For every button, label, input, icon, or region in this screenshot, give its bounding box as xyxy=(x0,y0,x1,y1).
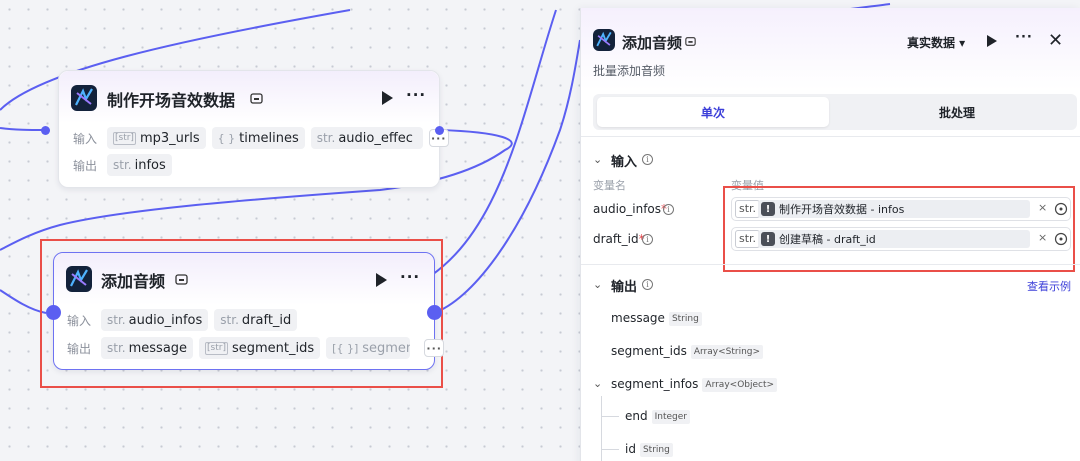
output-chip: [{ }]segment xyxy=(326,337,411,359)
node-make-audio-effect-data[interactable]: 制作开场音效数据 ··· 输入 [str] mp3_urls { } timelin… xyxy=(58,70,449,188)
input-var-name: draft_id* xyxy=(593,232,645,246)
more-options-button[interactable]: ··· xyxy=(406,86,426,104)
plugin-logo-icon xyxy=(71,85,97,111)
node-detail-panel: 添加音频 批量添加音频 真实数据 ▾ ··· ✕ 单次 批处理 ⌄ 输入 i 变… xyxy=(580,8,1080,461)
node-outputs-row: 输出 str. infos xyxy=(73,154,178,176)
panel-more-button[interactable]: ··· xyxy=(1015,30,1033,45)
data-mode-select[interactable]: 真实数据 ▾ xyxy=(907,34,965,51)
input-chip: { } timelines xyxy=(211,127,305,149)
tree-line xyxy=(601,449,619,450)
node-inputs-row: 输入 [str] mp3_urls { } timelines str. audio_… xyxy=(73,127,449,149)
output-port[interactable] xyxy=(427,305,442,320)
node-header: 添加音频 ··· xyxy=(54,253,434,305)
more-outputs-button[interactable]: ··· xyxy=(424,339,445,357)
divider xyxy=(581,264,1080,265)
plugin-logo-icon xyxy=(66,266,92,292)
input-chip: str. audio_infos xyxy=(101,309,209,331)
col-var-name: 变量名 xyxy=(593,179,626,192)
output-field: end Integer xyxy=(625,409,690,424)
info-icon: i xyxy=(642,154,653,165)
panel-title: 添加音频 xyxy=(622,34,683,52)
output-field: id String xyxy=(625,442,673,457)
value-highlight-box xyxy=(723,186,1075,272)
divider xyxy=(581,136,1080,137)
tree-line xyxy=(601,396,602,461)
more-options-button[interactable]: ··· xyxy=(400,268,420,286)
run-panel-button[interactable] xyxy=(987,35,997,47)
node-outputs-row: 输出 str. message [str] segment_ids [{ }] seg… xyxy=(67,337,445,359)
input-port[interactable] xyxy=(41,126,50,135)
output-port[interactable] xyxy=(435,126,444,135)
input-port[interactable] xyxy=(46,305,61,320)
node-add-audio[interactable]: 添加音频 ··· 输入 str. audio_infos str. draft_id… xyxy=(53,252,445,370)
chevron-down-icon[interactable]: ⌄ xyxy=(593,377,602,390)
node-inputs-row: 输入 str. audio_infos str. draft_id xyxy=(67,309,303,331)
output-field: message String xyxy=(611,311,702,326)
run-node-button[interactable] xyxy=(376,273,387,287)
chevron-down-icon[interactable]: ⌄ xyxy=(593,153,602,166)
input-chip: [str] mp3_urls xyxy=(107,127,206,149)
node-header: 制作开场音效数据 ··· xyxy=(59,71,439,123)
output-chip: str. infos xyxy=(107,154,172,176)
output-chip: str. message xyxy=(101,337,194,359)
node-title: 添加音频 xyxy=(101,272,166,291)
run-mode-tabs: 单次 批处理 xyxy=(593,94,1077,130)
input-chip: str. audio_effec xyxy=(310,127,423,149)
tab-batch[interactable]: 批处理 xyxy=(841,97,1073,127)
view-example-link[interactable]: 查看示例 xyxy=(1027,278,1071,294)
output-section-title: 输出 xyxy=(611,280,638,295)
plugin-logo-icon xyxy=(593,29,615,51)
plugin-tag-icon xyxy=(685,37,696,46)
plugin-tag-icon xyxy=(250,93,263,104)
plugin-tag-icon xyxy=(175,274,188,285)
info-icon: i xyxy=(642,234,653,245)
node-title: 制作开场音效数据 xyxy=(107,91,236,110)
info-icon: i xyxy=(663,204,674,215)
input-chip: str. draft_id xyxy=(214,309,298,331)
chevron-down-icon[interactable]: ⌄ xyxy=(593,278,602,291)
output-chip: [str] segment_ids xyxy=(199,337,321,359)
tree-line xyxy=(601,416,619,417)
input-var-name: audio_infos* xyxy=(593,202,668,216)
info-icon: i xyxy=(642,279,653,290)
output-field: segment_infos Array<Object> xyxy=(611,377,778,392)
run-node-button[interactable] xyxy=(382,91,393,105)
panel-subtitle: 批量添加音频 xyxy=(593,64,666,78)
close-panel-button[interactable]: ✕ xyxy=(1048,30,1063,51)
output-field: segment_ids Array<String> xyxy=(611,344,764,359)
input-section-title: 输入 xyxy=(611,155,638,170)
tab-single[interactable]: 单次 xyxy=(597,97,829,127)
